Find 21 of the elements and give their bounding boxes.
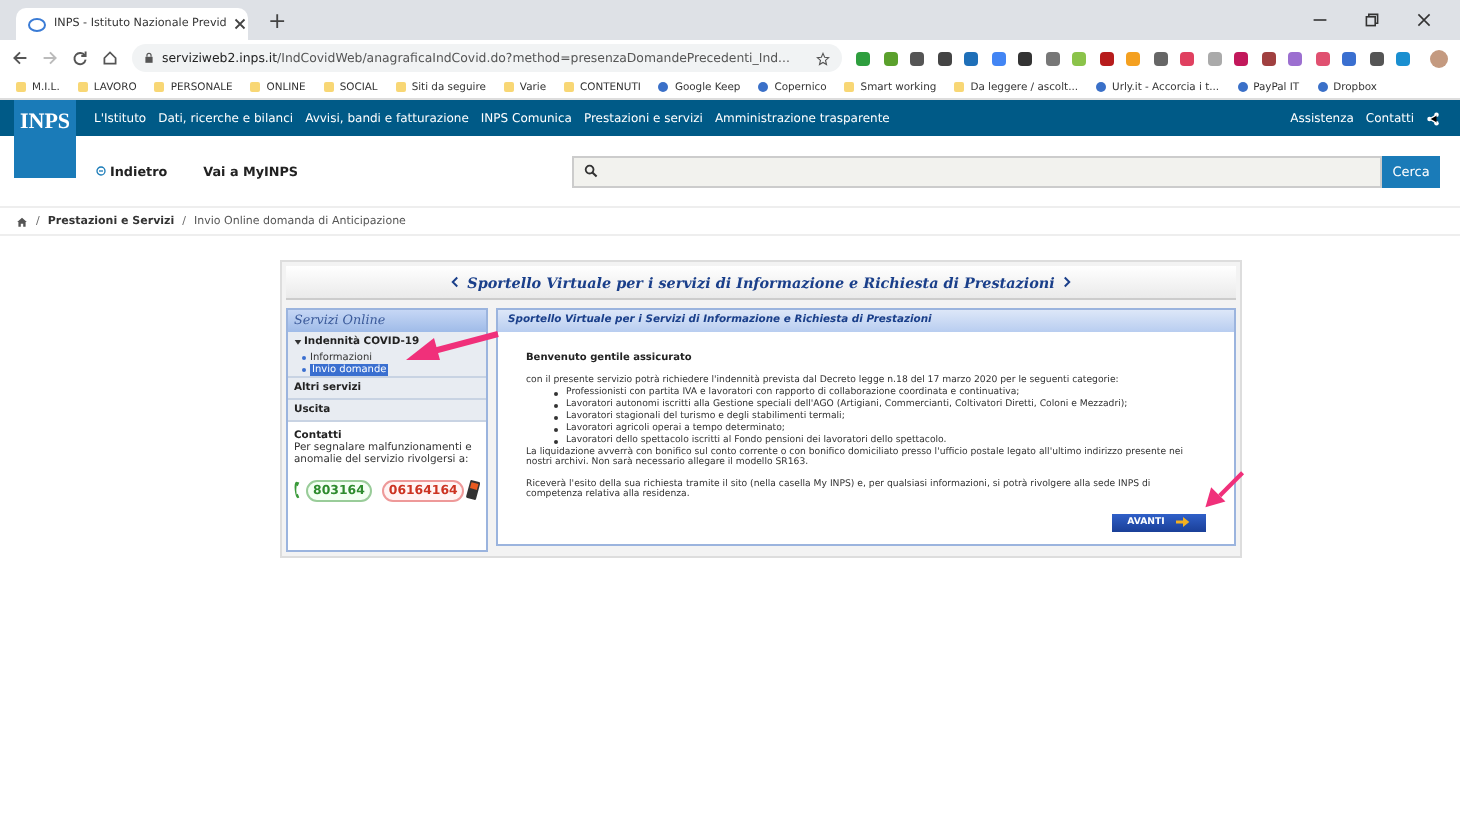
back-arrow-icon[interactable] (12, 50, 28, 66)
caret-icon (294, 338, 302, 346)
restore-icon[interactable] (1364, 12, 1380, 28)
arrow-icon (1176, 516, 1191, 529)
reload-icon[interactable] (72, 50, 88, 66)
search-field[interactable] (572, 155, 1382, 187)
home-icon[interactable] (16, 215, 28, 227)
close-icon[interactable] (234, 18, 247, 30)
close-icon[interactable] (1416, 12, 1432, 28)
annotation-arrow (1202, 470, 1246, 510)
circle-arrow-icon[interactable] (96, 166, 106, 176)
search-icon (584, 164, 598, 178)
chevron-right-icon (1062, 276, 1073, 288)
site-favicon-icon (28, 17, 46, 31)
share-icon[interactable] (1426, 111, 1440, 125)
new-tab-button[interactable]: + (268, 8, 287, 36)
inps-logo[interactable]: INPS (14, 100, 76, 178)
lock-icon (144, 52, 154, 64)
star-icon[interactable] (816, 51, 830, 65)
chevron-left-icon (449, 276, 460, 288)
home-icon[interactable] (102, 50, 118, 66)
